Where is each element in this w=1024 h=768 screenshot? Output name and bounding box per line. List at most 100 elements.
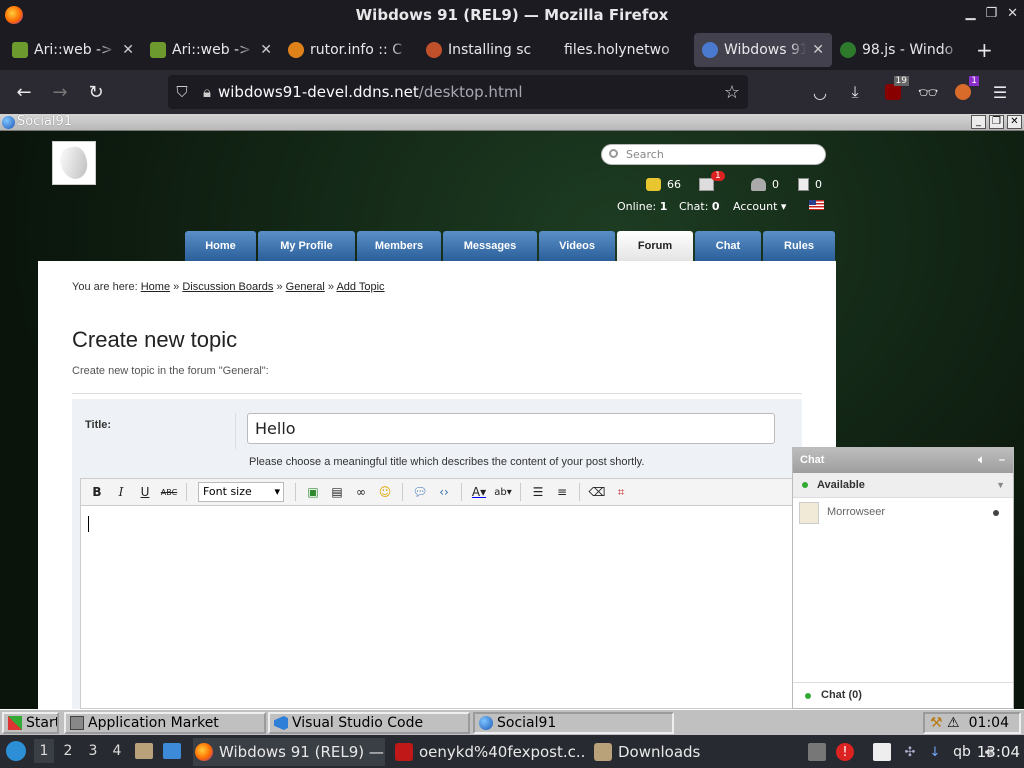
eraser-icon[interactable]: ⌫: [587, 482, 607, 502]
underline-button[interactable]: U: [135, 482, 155, 502]
browser-tab[interactable]: files.holynetwo: [556, 33, 694, 67]
ublock-icon[interactable]: 19: [881, 76, 909, 104]
extension-glasses-icon[interactable]: 👓︎: [916, 80, 940, 104]
desktop-icon[interactable]: [163, 743, 181, 759]
menu-icon[interactable]: ☰: [988, 80, 1012, 104]
highlight-color-icon[interactable]: ab▾: [493, 482, 513, 502]
workspace-1[interactable]: 1: [34, 739, 54, 763]
tab-close-icon[interactable]: ✕: [812, 42, 824, 58]
font-size-select[interactable]: Font size: [198, 482, 284, 502]
code-icon[interactable]: ‹›: [434, 482, 454, 502]
breadcrumb-general[interactable]: General: [286, 281, 325, 293]
maximize-icon[interactable]: ❐: [985, 6, 997, 21]
insert-image-icon[interactable]: ▣: [303, 482, 323, 502]
bold-button[interactable]: B: [87, 482, 107, 502]
task-firefox[interactable]: Wibdows 91 (REL9) —...: [193, 738, 385, 766]
chat-footer[interactable]: Chat (0): [793, 682, 1013, 708]
bookmark-star-icon[interactable]: ☆: [724, 82, 740, 103]
minimize-button[interactable]: _: [971, 115, 986, 129]
italic-button[interactable]: I: [111, 482, 131, 502]
shield-icon[interactable]: ⛉: [168, 83, 196, 101]
workspace-3[interactable]: 3: [83, 743, 103, 759]
tab-close-icon[interactable]: ✕: [122, 42, 134, 58]
taskbar-application-market[interactable]: Application Market: [64, 712, 266, 734]
task-downloads[interactable]: Downloads: [592, 738, 722, 766]
url-bar[interactable]: ⛉ 🔒︎ wibdows91-devel.ddns.net/desktop.ht…: [168, 75, 748, 109]
source-icon[interactable]: ⌗: [611, 482, 631, 502]
tools-icon[interactable]: ⚒: [930, 714, 943, 732]
taskbar-vscode[interactable]: Visual Studio Code: [268, 712, 470, 734]
tray-disk-icon[interactable]: [808, 743, 826, 761]
tray-qbittorrent-icon[interactable]: qb: [953, 743, 971, 761]
extension-avatar-icon[interactable]: 1: [951, 76, 979, 104]
pocket-icon[interactable]: ◡: [808, 80, 832, 104]
friends-stat[interactable]: 0: [751, 178, 779, 191]
breadcrumb-home[interactable]: Home: [141, 281, 170, 293]
files-icon[interactable]: [135, 743, 153, 759]
browser-tab-active[interactable]: Wibdows 91 ✕: [694, 33, 832, 67]
workspace-2[interactable]: 2: [58, 743, 78, 759]
browser-tab[interactable]: Ari::web -> F ✕: [4, 33, 142, 67]
tray-updates-icon[interactable]: ↓: [926, 743, 944, 761]
maximize-button[interactable]: ❐: [989, 115, 1004, 129]
tray-alert-icon[interactable]: !: [836, 743, 854, 761]
breadcrumb-discussion-boards[interactable]: Discussion Boards: [182, 281, 273, 293]
title-input[interactable]: Hello: [247, 413, 775, 444]
workspace-4[interactable]: 4: [107, 743, 127, 759]
search-input[interactable]: Search: [601, 144, 826, 165]
reload-icon[interactable]: ↻: [78, 77, 114, 107]
post-editor[interactable]: [80, 506, 802, 709]
coins-stat[interactable]: 66: [646, 178, 681, 191]
font-color-icon[interactable]: A▾: [469, 482, 489, 502]
breadcrumb-add-topic[interactable]: Add Topic: [336, 281, 384, 293]
nav-members[interactable]: Members: [357, 231, 441, 261]
close-button[interactable]: ✕: [1007, 115, 1022, 129]
emoticon-icon[interactable]: ☺: [375, 482, 395, 502]
browser-tab[interactable]: rutor.info :: C: [280, 33, 418, 67]
speaker-icon[interactable]: 🔈︎: [978, 448, 985, 473]
notes-stat[interactable]: 0: [798, 178, 822, 191]
browser-tab[interactable]: Installing sc: [418, 33, 556, 67]
mail-stat[interactable]: 1: [699, 171, 725, 191]
chat-status[interactable]: Available ▼: [793, 473, 1013, 498]
app-menu-icon[interactable]: [6, 741, 26, 761]
insert-media-icon[interactable]: ▤: [327, 482, 347, 502]
minimize-icon[interactable]: ▁: [965, 6, 975, 21]
lock-icon[interactable]: 🔒︎: [196, 83, 218, 101]
link-icon[interactable]: ∞: [351, 482, 371, 502]
nav-forum[interactable]: Forum: [617, 231, 693, 261]
chat-header[interactable]: Chat 🔈︎ –: [793, 448, 1013, 473]
nav-chat[interactable]: Chat: [695, 231, 761, 261]
tray-network-icon[interactable]: ✣: [901, 743, 919, 761]
numbered-list-icon[interactable]: ≡: [552, 482, 572, 502]
browser-tab[interactable]: Ari::web -> F ✕: [142, 33, 280, 67]
new-tab-button[interactable]: +: [976, 38, 993, 62]
task-filezilla[interactable]: oenykd%40fexpost.c...: [393, 738, 585, 766]
downloads-icon[interactable]: ⤓: [843, 80, 867, 104]
bulleted-list-icon[interactable]: ☰: [528, 482, 548, 502]
chevron-down-icon[interactable]: ▼: [996, 473, 1005, 497]
nav-videos[interactable]: Videos: [539, 231, 615, 261]
tab-close-icon[interactable]: ✕: [260, 42, 272, 58]
strikethrough-button[interactable]: ABC: [159, 482, 179, 502]
site-logo[interactable]: [52, 141, 96, 185]
warning-icon[interactable]: ⚠: [947, 714, 960, 732]
browser-tab[interactable]: 98.js - Windo: [832, 33, 970, 67]
close-icon[interactable]: ✕: [1007, 6, 1018, 21]
nav-my-profile[interactable]: My Profile: [258, 231, 355, 261]
online-count[interactable]: Online: 1: [617, 200, 667, 213]
forward-icon[interactable]: →: [42, 77, 78, 107]
nav-messages[interactable]: Messages: [443, 231, 537, 261]
tray-clipboard-icon[interactable]: [873, 743, 891, 761]
minimize-icon[interactable]: –: [999, 448, 1005, 473]
xfce-clock[interactable]: 13:04: [977, 743, 1020, 761]
chat-count[interactable]: Chat: 0: [679, 200, 720, 213]
quote-icon[interactable]: 💬︎: [410, 482, 430, 502]
back-icon[interactable]: ←: [6, 77, 42, 107]
nav-rules[interactable]: Rules: [763, 231, 835, 261]
nav-home[interactable]: Home: [185, 231, 256, 261]
account-menu[interactable]: Account ▾: [733, 200, 786, 213]
chat-user-item[interactable]: Morrowseer: [793, 498, 1013, 528]
taskbar-social91[interactable]: Social91: [473, 712, 674, 734]
start-button[interactable]: Start: [2, 712, 59, 734]
